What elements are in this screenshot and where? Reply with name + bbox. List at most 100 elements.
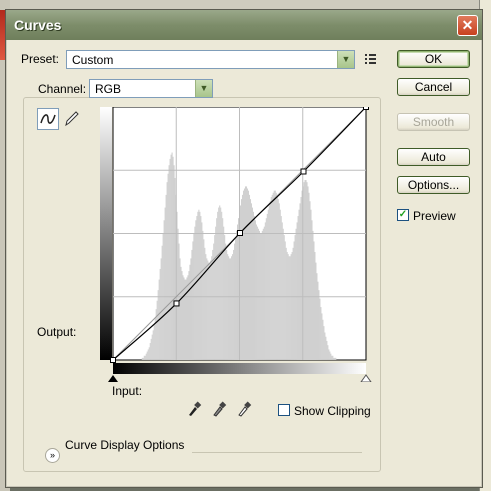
curve-control-point[interactable] (236, 230, 243, 237)
auto-button[interactable]: Auto (397, 148, 470, 166)
histogram-bar (191, 249, 193, 360)
white-point-slider[interactable] (360, 374, 372, 382)
options-button[interactable]: Options... (397, 176, 470, 194)
histogram-bar (324, 332, 326, 360)
close-button[interactable]: ✕ (457, 15, 478, 36)
curve-point-tool[interactable] (37, 108, 59, 130)
histogram-bar (241, 194, 244, 360)
show-clipping-checkbox[interactable] (278, 404, 290, 416)
title-bar[interactable]: Curves ✕ (6, 10, 482, 40)
histogram-bar (194, 226, 196, 360)
pencil-tool[interactable] (62, 108, 84, 130)
histogram-bar (217, 211, 219, 360)
histogram-bar (172, 156, 174, 360)
histogram-bar (327, 345, 329, 360)
preset-options-icon[interactable] (364, 52, 378, 66)
histogram-bar (272, 192, 274, 360)
ok-button[interactable]: OK (397, 50, 470, 68)
histogram-bar (214, 235, 216, 360)
histogram-bar (270, 197, 272, 360)
histogram-bar (295, 228, 297, 360)
histogram-bar (185, 279, 187, 360)
histogram-bar (247, 190, 250, 360)
histogram-bar (157, 290, 159, 360)
histogram-bar (318, 290, 320, 360)
histogram-bar (320, 307, 322, 360)
histogram-bar (227, 254, 229, 360)
histogram-bar (211, 256, 213, 360)
histogram-bar (237, 224, 239, 360)
histogram-bar (149, 343, 151, 360)
histogram-bar (281, 222, 283, 360)
histogram-bar (268, 205, 270, 360)
preview-label: Preview (413, 209, 456, 223)
histogram-bar (236, 230, 238, 360)
chevron-down-icon[interactable]: ▼ (337, 51, 354, 68)
histogram-bar (215, 226, 217, 360)
histogram-bar (326, 340, 328, 360)
curve-control-point[interactable] (110, 357, 116, 363)
histogram-bar (203, 239, 205, 360)
preview-checkbox[interactable]: ✓ (397, 209, 409, 221)
histogram-bar (311, 220, 313, 360)
histogram-bar (218, 207, 220, 360)
histogram-bar (278, 203, 280, 360)
histogram-bar (209, 262, 211, 360)
curve-control-point[interactable] (363, 107, 369, 110)
histogram-bar (166, 182, 168, 360)
histogram-bar (196, 216, 198, 360)
histogram-bar (141, 357, 143, 360)
histogram-bar (147, 349, 149, 360)
dialog-title: Curves (14, 17, 62, 33)
histogram-bar (220, 207, 222, 360)
curve-display-options-label[interactable]: Curve Display Options (65, 438, 184, 452)
histogram-bar (222, 218, 224, 360)
histogram-bar (170, 154, 172, 360)
histogram-bar (328, 349, 330, 360)
histogram-bar (258, 230, 260, 360)
histogram-bar (161, 245, 163, 360)
histogram-bar (179, 258, 181, 360)
curve-control-point[interactable] (173, 300, 180, 307)
white-eyedropper-icon[interactable] (236, 399, 252, 417)
histogram-bar (242, 190, 245, 360)
histogram-bar (182, 275, 184, 360)
histogram-bar (303, 182, 305, 360)
histogram-bar (279, 209, 281, 360)
histogram-bar (257, 228, 259, 360)
histogram-bar (334, 357, 336, 360)
histogram-bar (167, 173, 169, 360)
preset-value: Custom (72, 53, 114, 67)
histogram-bar (335, 357, 337, 360)
histogram-bar (208, 262, 210, 360)
cancel-button[interactable]: Cancel (397, 78, 470, 96)
chevron-down-icon[interactable]: ▼ (195, 80, 212, 97)
options-divider (192, 452, 362, 453)
smooth-button[interactable]: Smooth (397, 113, 470, 131)
black-eyedropper-icon[interactable] (186, 399, 202, 417)
histogram-bar (186, 277, 188, 360)
histogram-bar (269, 201, 271, 360)
black-point-slider[interactable] (108, 375, 118, 382)
histogram-bar (246, 188, 249, 360)
histogram-bar (221, 211, 223, 360)
histogram-bar (312, 230, 314, 360)
histogram-bar (190, 258, 192, 360)
preset-dropdown[interactable]: Custom ▼ (66, 50, 355, 69)
histogram-bar (223, 226, 225, 360)
histogram-bar (304, 180, 306, 360)
curves-graph[interactable] (100, 107, 372, 382)
histogram-bar (313, 241, 315, 360)
histogram-bar (322, 319, 324, 360)
histogram-bar (280, 216, 282, 360)
gray-eyedropper-icon[interactable] (211, 399, 227, 417)
expand-icon[interactable]: » (45, 448, 60, 463)
histogram-bar (298, 209, 300, 360)
histogram-bar (333, 357, 335, 360)
histogram-bar (225, 243, 227, 360)
histogram-bar (321, 313, 323, 360)
histogram-bar (159, 268, 161, 360)
curve-control-point[interactable] (300, 168, 307, 175)
channel-dropdown[interactable]: RGB ▼ (89, 79, 213, 98)
channel-value: RGB (95, 82, 122, 96)
